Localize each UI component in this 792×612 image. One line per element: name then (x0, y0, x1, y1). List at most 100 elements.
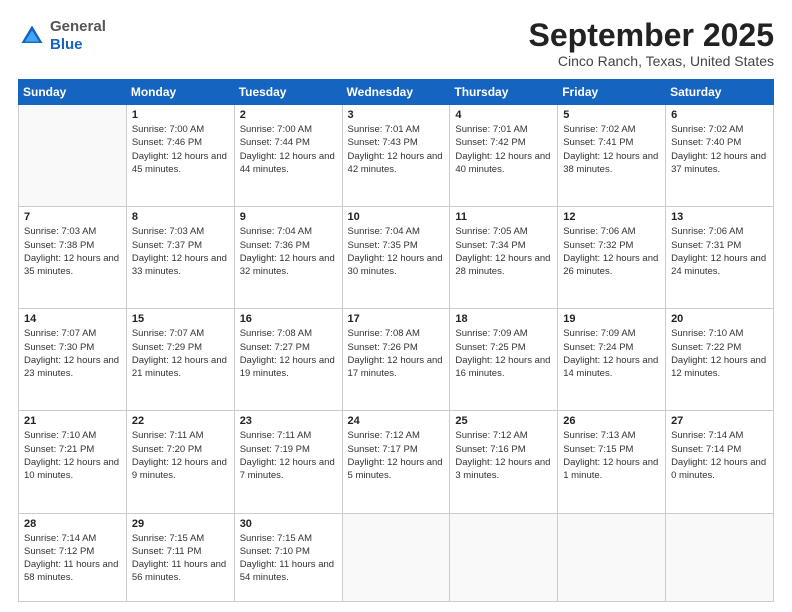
day-info: Sunrise: 7:13 AMSunset: 7:15 PMDaylight:… (563, 429, 660, 482)
day-number: 5 (563, 109, 660, 121)
month-title: September 2025 (529, 18, 774, 53)
day-number: 16 (240, 313, 337, 325)
day-info: Sunrise: 7:08 AMSunset: 7:27 PMDaylight:… (240, 327, 337, 380)
page: General Blue September 2025 Cinco Ranch,… (0, 0, 792, 612)
day-number: 3 (348, 109, 445, 121)
calendar-cell: 21 Sunrise: 7:10 AMSunset: 7:21 PMDayligh… (19, 411, 127, 513)
calendar-cell: 23Sunrise: 7:11 AMSunset: 7:19 PMDayligh… (234, 411, 342, 513)
calendar-cell: 12 Sunrise: 7:06 AMSunset: 7:32 PMDayligh… (558, 207, 666, 309)
day-info: Sunrise: 7:01 AMSunset: 7:43 PMDaylight:… (348, 123, 445, 176)
calendar-cell: 29 Sunrise: 7:15 AMSunset: 7:11 PMDayligh… (126, 513, 234, 601)
calendar-cell: 15Sunrise: 7:07 AMSunset: 7:29 PMDayligh… (126, 309, 234, 411)
calendar-cell: 8 Sunrise: 7:03 AMSunset: 7:37 PMDaylight… (126, 207, 234, 309)
day-number: 25 (455, 415, 552, 427)
weekday-header: Saturday (666, 80, 774, 105)
calendar-cell: 1Sunrise: 7:00 AMSunset: 7:46 PMDaylight… (126, 105, 234, 207)
calendar-cell: 14Sunrise: 7:07 AMSunset: 7:30 PMDayligh… (19, 309, 127, 411)
calendar-cell: 6Sunrise: 7:02 AMSunset: 7:40 PMDaylight… (666, 105, 774, 207)
calendar-cell: 7Sunrise: 7:03 AMSunset: 7:38 PMDaylight… (19, 207, 127, 309)
day-info: Sunrise: 7:10 AMSunset: 7:21 PMDaylight:… (24, 429, 121, 482)
day-info: Sunrise: 7:15 AMSunset: 7:11 PMDaylight:… (132, 532, 229, 585)
day-number: 14 (24, 313, 121, 325)
day-info: Sunrise: 7:02 AMSunset: 7:40 PMDaylight:… (671, 123, 768, 176)
day-number: 9 (240, 211, 337, 223)
day-info: Sunrise: 7:09 AMSunset: 7:25 PMDaylight:… (455, 327, 552, 380)
day-info: Sunrise: 7:11 AMSunset: 7:20 PMDaylight:… (132, 429, 229, 482)
day-number: 28 (24, 518, 121, 530)
calendar-cell: 30 Sunrise: 7:15 AMSunset: 7:10 PMDayligh… (234, 513, 342, 601)
calendar-cell (342, 513, 450, 601)
calendar-cell: 20 Sunrise: 7:10 AMSunset: 7:22 PMDayligh… (666, 309, 774, 411)
calendar-cell: 13Sunrise: 7:06 AMSunset: 7:31 PMDayligh… (666, 207, 774, 309)
calendar-cell: 25 Sunrise: 7:12 AMSunset: 7:16 PMDayligh… (450, 411, 558, 513)
calendar-cell: 19 Sunrise: 7:09 AMSunset: 7:24 PMDayligh… (558, 309, 666, 411)
day-info: Sunrise: 7:00 AMSunset: 7:46 PMDaylight:… (132, 123, 229, 176)
title-block: September 2025 Cinco Ranch, Texas, Unite… (529, 18, 774, 69)
day-number: 13 (671, 211, 768, 223)
calendar-cell: 22 Sunrise: 7:11 AMSunset: 7:20 PMDayligh… (126, 411, 234, 513)
calendar-cell: 18Sunrise: 7:09 AMSunset: 7:25 PMDayligh… (450, 309, 558, 411)
weekday-header: Wednesday (342, 80, 450, 105)
day-info: Sunrise: 7:09 AMSunset: 7:24 PMDaylight:… (563, 327, 660, 380)
day-number: 20 (671, 313, 768, 325)
calendar-cell: 27 Sunrise: 7:14 AMSunset: 7:14 PMDayligh… (666, 411, 774, 513)
logo-icon (18, 22, 46, 50)
day-number: 19 (563, 313, 660, 325)
day-number: 7 (24, 211, 121, 223)
day-info: Sunrise: 7:01 AMSunset: 7:42 PMDaylight:… (455, 123, 552, 176)
calendar-cell: 2Sunrise: 7:00 AMSunset: 7:44 PMDaylight… (234, 105, 342, 207)
day-number: 29 (132, 518, 229, 530)
day-number: 30 (240, 518, 337, 530)
day-info: Sunrise: 7:12 AMSunset: 7:16 PMDaylight:… (455, 429, 552, 482)
logo-general: General (50, 18, 106, 35)
weekday-header: Friday (558, 80, 666, 105)
weekday-header: Thursday (450, 80, 558, 105)
calendar-cell (450, 513, 558, 601)
calendar-week-row: 14Sunrise: 7:07 AMSunset: 7:30 PMDayligh… (19, 309, 774, 411)
day-info: Sunrise: 7:15 AMSunset: 7:10 PMDaylight:… (240, 532, 337, 585)
day-number: 27 (671, 415, 768, 427)
weekday-header-row: SundayMondayTuesdayWednesdayThursdayFrid… (19, 80, 774, 105)
day-number: 4 (455, 109, 552, 121)
calendar-cell: 26 Sunrise: 7:13 AMSunset: 7:15 PMDayligh… (558, 411, 666, 513)
calendar-cell: 28 Sunrise: 7:14 AMSunset: 7:12 PMDayligh… (19, 513, 127, 601)
day-info: Sunrise: 7:07 AMSunset: 7:29 PMDaylight:… (132, 327, 229, 380)
calendar-week-row: 1Sunrise: 7:00 AMSunset: 7:46 PMDaylight… (19, 105, 774, 207)
day-number: 22 (132, 415, 229, 427)
weekday-header: Tuesday (234, 80, 342, 105)
day-number: 26 (563, 415, 660, 427)
day-number: 21 (24, 415, 121, 427)
calendar: SundayMondayTuesdayWednesdayThursdayFrid… (18, 79, 774, 602)
calendar-cell: 4 Sunrise: 7:01 AMSunset: 7:42 PMDaylight… (450, 105, 558, 207)
day-info: Sunrise: 7:14 AMSunset: 7:14 PMDaylight:… (671, 429, 768, 482)
calendar-cell: 9 Sunrise: 7:04 AMSunset: 7:36 PMDaylight… (234, 207, 342, 309)
day-number: 8 (132, 211, 229, 223)
day-info: Sunrise: 7:08 AMSunset: 7:26 PMDaylight:… (348, 327, 445, 380)
calendar-week-row: 28 Sunrise: 7:14 AMSunset: 7:12 PMDayligh… (19, 513, 774, 601)
day-info: Sunrise: 7:04 AMSunset: 7:36 PMDaylight:… (240, 225, 337, 278)
weekday-header: Monday (126, 80, 234, 105)
day-number: 2 (240, 109, 337, 121)
calendar-cell: 5Sunrise: 7:02 AMSunset: 7:41 PMDaylight… (558, 105, 666, 207)
day-info: Sunrise: 7:12 AMSunset: 7:17 PMDaylight:… (348, 429, 445, 482)
day-info: Sunrise: 7:04 AMSunset: 7:35 PMDaylight:… (348, 225, 445, 278)
day-number: 23 (240, 415, 337, 427)
logo-blue: Blue (50, 36, 83, 53)
day-number: 24 (348, 415, 445, 427)
calendar-cell (19, 105, 127, 207)
day-info: Sunrise: 7:05 AMSunset: 7:34 PMDaylight:… (455, 225, 552, 278)
day-info: Sunrise: 7:03 AMSunset: 7:37 PMDaylight:… (132, 225, 229, 278)
calendar-cell: 11 Sunrise: 7:05 AMSunset: 7:34 PMDayligh… (450, 207, 558, 309)
location: Cinco Ranch, Texas, United States (529, 53, 774, 69)
day-info: Sunrise: 7:10 AMSunset: 7:22 PMDaylight:… (671, 327, 768, 380)
calendar-cell (666, 513, 774, 601)
calendar-cell: 3 Sunrise: 7:01 AMSunset: 7:43 PMDaylight… (342, 105, 450, 207)
day-info: Sunrise: 7:14 AMSunset: 7:12 PMDaylight:… (24, 532, 121, 585)
day-number: 10 (348, 211, 445, 223)
logo: General Blue (18, 18, 106, 54)
day-info: Sunrise: 7:06 AMSunset: 7:32 PMDaylight:… (563, 225, 660, 278)
calendar-cell: 24 Sunrise: 7:12 AMSunset: 7:17 PMDayligh… (342, 411, 450, 513)
day-number: 12 (563, 211, 660, 223)
day-number: 11 (455, 211, 552, 223)
calendar-cell: 16 Sunrise: 7:08 AMSunset: 7:27 PMDayligh… (234, 309, 342, 411)
